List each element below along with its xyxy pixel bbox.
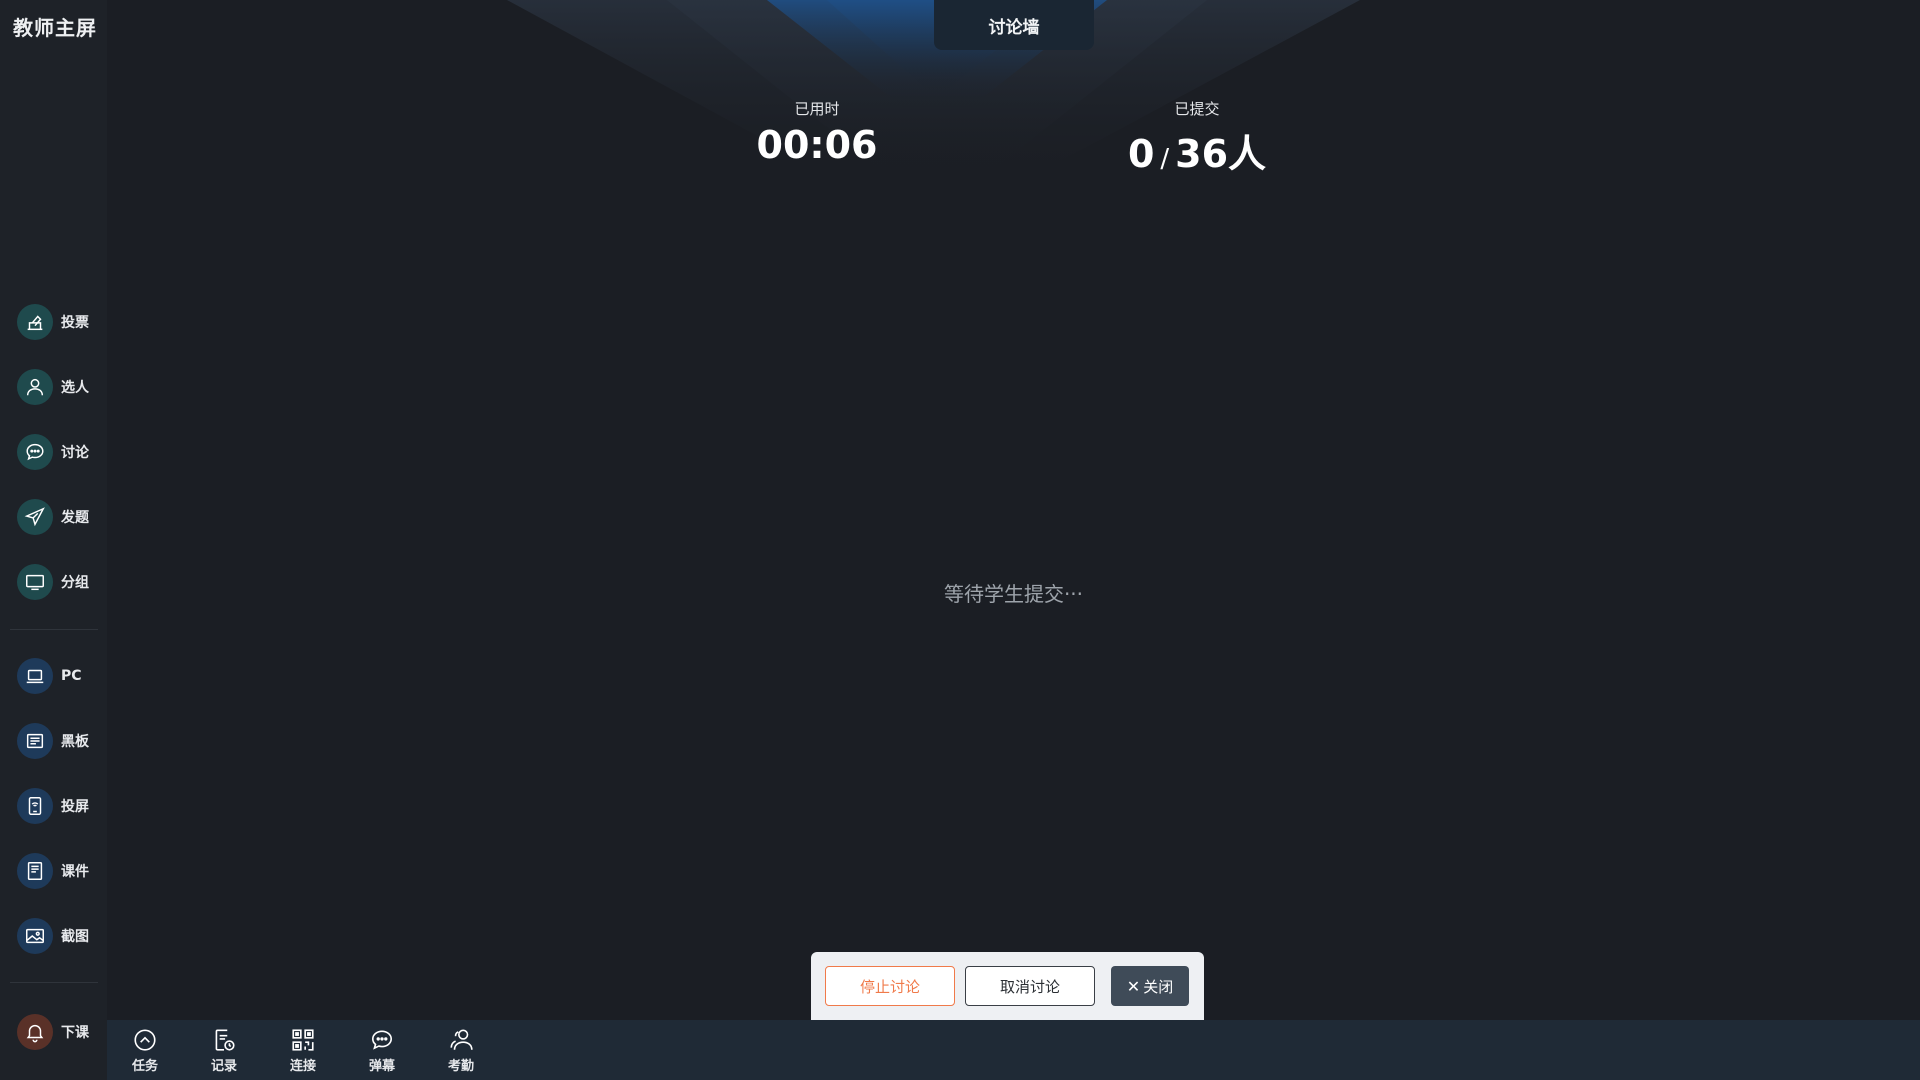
sidebar-item-label: PC <box>61 668 82 684</box>
blackboard-icon <box>17 723 53 759</box>
submitted-total: 36人 <box>1175 132 1267 176</box>
sidebar-item-label: 截图 <box>61 929 89 945</box>
elapsed-time-stat: 已用时 00:06 <box>737 98 897 167</box>
toolbar-item-label: 考勤 <box>447 1059 474 1074</box>
toolbar-item-attendance[interactable]: 考勤 <box>436 1027 486 1074</box>
sidebar-item-discussion[interactable]: 讨论 <box>17 432 101 472</box>
sidebar-item-group[interactable]: 分组 <box>17 562 101 602</box>
sidebar-item-label: 发题 <box>61 510 89 526</box>
submitted-separator: / <box>1160 144 1170 174</box>
courseware-icon <box>17 853 53 889</box>
sidebar-item-pick-person[interactable]: 选人 <box>17 367 101 407</box>
bottom-toolbar: 任务 记录 连接 弹幕 考勤 <box>107 1020 1920 1080</box>
submitted-stat: 已提交 0/36人 <box>1107 98 1287 178</box>
end-class-button[interactable]: 下课 <box>17 1012 101 1052</box>
toolbar-item-label: 弹幕 <box>368 1059 395 1074</box>
submitted-count: 0 <box>1127 132 1155 176</box>
qrcode-icon <box>292 1029 314 1051</box>
waiting-message: 等待学生提交··· <box>943 582 1084 606</box>
attendance-icon <box>450 1029 473 1050</box>
toolbar-item-label: 记录 <box>210 1059 237 1074</box>
toolbar-item-task[interactable]: 任务 <box>120 1027 170 1074</box>
sidebar: 教师主屏 投票 选人 讨论 发题 分组 PC 黑板 投屏 课件 截图 下课 <box>0 0 107 1080</box>
cancel-discussion-button[interactable]: 取消讨论 <box>965 966 1095 1006</box>
sidebar-item-label: 课件 <box>61 864 89 880</box>
elapsed-time-label: 已用时 <box>794 100 840 118</box>
end-class-label: 下课 <box>61 1025 89 1041</box>
laptop-icon <box>17 658 53 694</box>
sidebar-item-label: 投票 <box>61 315 89 331</box>
toolbar-item-bullet-comments[interactable]: 弹幕 <box>357 1027 407 1074</box>
sidebar-item-label: 分组 <box>61 575 89 591</box>
sidebar-divider <box>10 629 98 630</box>
send-icon <box>17 499 53 535</box>
task-icon <box>134 1029 156 1051</box>
sidebar-item-label: 投屏 <box>61 799 89 815</box>
screenshot-icon <box>17 918 53 954</box>
bullet-comment-icon <box>371 1030 393 1050</box>
cast-icon <box>17 788 53 824</box>
chat-icon <box>17 434 53 470</box>
sidebar-item-label: 黑板 <box>61 734 89 750</box>
monitor-icon <box>17 564 53 600</box>
sidebar-item-courseware[interactable]: 课件 <box>17 851 101 891</box>
toolbar-item-label: 连接 <box>289 1059 316 1074</box>
sidebar-item-blackboard[interactable]: 黑板 <box>17 721 101 761</box>
record-icon <box>215 1029 235 1051</box>
sidebar-item-label: 讨论 <box>61 445 89 461</box>
close-button[interactable]: ✕ 关闭 <box>1111 966 1189 1006</box>
bell-icon <box>17 1014 53 1050</box>
sidebar-item-pc[interactable]: PC <box>17 656 101 696</box>
sidebar-divider <box>10 982 98 983</box>
sidebar-item-screenshot[interactable]: 截图 <box>17 916 101 956</box>
close-icon: ✕ <box>1126 976 1141 996</box>
submitted-value: 0/36人 <box>1107 123 1287 178</box>
person-icon <box>17 369 53 405</box>
vote-icon <box>17 304 53 340</box>
sidebar-item-send-question[interactable]: 发题 <box>17 497 101 537</box>
close-label: 关闭 <box>1143 977 1174 996</box>
stop-discussion-button[interactable]: 停止讨论 <box>825 966 955 1006</box>
sidebar-item-vote[interactable]: 投票 <box>17 302 101 342</box>
sidebar-item-cast[interactable]: 投屏 <box>17 786 101 826</box>
toolbar-item-label: 任务 <box>131 1059 158 1074</box>
main-area: 讨论墙 已用时 00:06 已提交 0/36人 等待学生提交··· 停止讨论 取… <box>107 0 1920 1080</box>
toolbar-item-record[interactable]: 记录 <box>199 1027 249 1074</box>
sidebar-item-label: 选人 <box>61 380 89 396</box>
app-title: 教师主屏 <box>13 16 97 40</box>
elapsed-time-value: 00:06 <box>756 123 878 167</box>
submitted-label: 已提交 <box>1174 100 1220 118</box>
discussion-action-panel: 停止讨论 取消讨论 ✕ 关闭 <box>811 952 1204 1020</box>
header-tab-title: 讨论墙 <box>934 0 1094 50</box>
toolbar-item-connect[interactable]: 连接 <box>278 1027 328 1074</box>
